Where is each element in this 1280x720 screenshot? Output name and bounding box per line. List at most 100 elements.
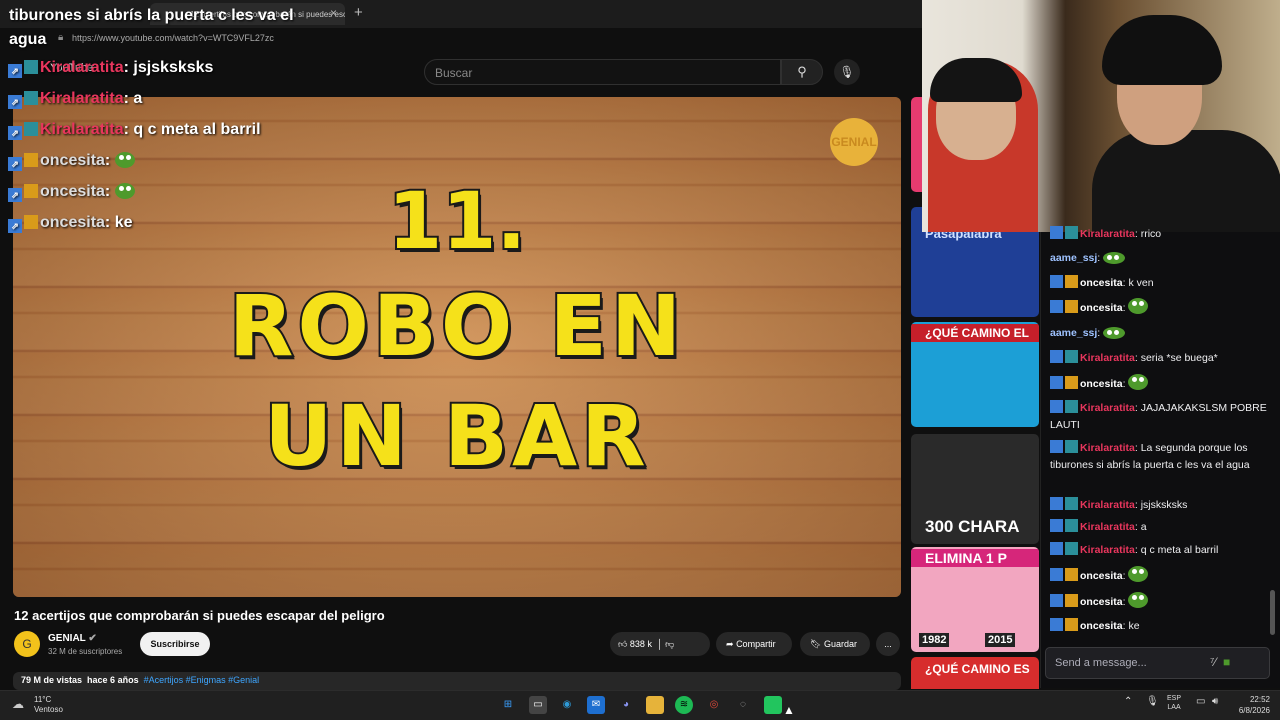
badge-icon [1065,350,1078,363]
chat-username[interactable]: Kiralaratita [1080,544,1135,556]
weather-widget[interactable]: 11°C Ventoso [34,695,63,715]
chat-username[interactable]: aame_ssj [1050,327,1097,339]
badge-icon [1050,350,1063,363]
chat-username[interactable]: oncesita [1080,596,1123,608]
description-box[interactable]: 79 M de vistas hace 6 años #Acertijos #E… [13,672,901,690]
volume-icon[interactable]: 🔊︎ [1212,697,1218,707]
overlay-chat-line: ⇗ Kiralaratita: a [8,90,142,109]
search-input[interactable]: Buscar [424,59,781,85]
chat-username[interactable]: aame_ssj [1050,252,1097,264]
chat-message: oncesita: [1050,374,1270,393]
discord-icon[interactable]: ◕ [617,696,635,714]
overlay-chat-user: oncesita [40,214,105,231]
language-indicator[interactable]: ESP LAA [1167,694,1181,712]
translate-icon[interactable]: ⁷⁄ [1210,655,1216,669]
network-icon[interactable]: ▭ [1196,697,1205,707]
recommendation-label: ELIMINA 1 P [911,549,1039,567]
chat-message: oncesita: [1050,298,1270,317]
chat-text: jsjsksksks [1140,499,1188,511]
weather-icon: ☁ [12,697,24,711]
chat-message: Kiralaratita: jsjsksksks [1050,497,1270,514]
recommendation-thumbnail[interactable]: ELIMINA 1 P 1982 2015 [911,547,1039,652]
recommendation-thumbnail[interactable]: ¿QUÉ CAMINO ES [911,657,1039,689]
recommendation-thumbnail[interactable]: ¿QUÉ CAMINO EL [911,322,1039,427]
chrome-icon[interactable]: ◎ [705,696,723,714]
chat-input[interactable]: Send a message... [1045,647,1270,679]
close-tab-icon[interactable]: × [330,6,337,20]
badge-icon: ⇗ [8,219,22,233]
channel-avatar[interactable]: G [14,631,40,657]
chat-message: oncesita: ke [1050,618,1270,635]
chat-username[interactable]: Kiralaratita [1080,499,1135,511]
badge-icon: ⇗ [8,64,22,78]
chat-message: Kiralaratita: rrico [1050,226,1270,243]
kick-icon[interactable] [764,696,782,714]
chat-username[interactable]: oncesita [1080,277,1123,289]
chat-username[interactable]: oncesita [1080,302,1123,314]
overlay-chat-line: ⇗ oncesita: [8,183,135,202]
recommendation-label: 300 CHARA [925,517,1020,536]
mail-icon[interactable]: ✉ [587,696,605,714]
save-button[interactable]: 🔖︎ Guardar [800,632,870,656]
search-icon[interactable]: ⚲ [781,59,823,85]
thumbs-down-icon[interactable]: 👎︎ [665,639,674,649]
chat-username[interactable]: Kiralaratita [1080,352,1135,364]
chat-username[interactable]: Kiralaratita [1080,228,1135,240]
chat-scrollbar[interactable] [1270,590,1275,635]
chat-username[interactable]: oncesita [1080,378,1123,390]
badge-icon [1050,440,1063,453]
badge-icon [1065,440,1078,453]
crown-icon [1065,594,1078,607]
crown-icon [1065,568,1078,581]
channel-name[interactable]: GENIAL ✔ [48,633,97,644]
chat-message: Kiralaratita: a [1050,519,1270,536]
chat-message: oncesita: [1050,566,1270,585]
overlay-chat-text: : ke [104,214,133,231]
badge-icon [1050,519,1063,532]
keyboard-layout: LAA [1167,704,1181,711]
overlay-chat-user: oncesita [40,152,105,169]
chat-username[interactable]: Kiralaratita [1080,402,1135,414]
system-clock[interactable]: 22:52 6/8/2026 [1228,694,1270,716]
mic-tray-icon[interactable]: 🎙︎ [1146,697,1159,707]
crown-icon [24,184,38,198]
overlay-chat-user: Kiralaratita [40,59,124,76]
overlay-chat-line: ⇗ oncesita: ke [8,214,133,233]
new-tab-icon[interactable]: + [354,4,363,21]
chat-username[interactable]: oncesita [1080,570,1123,582]
spotify-icon[interactable]: ≋ [675,696,693,714]
like-button[interactable]: 👍︎ 838 k │ 👎︎ [610,632,710,656]
view-count: 79 M de vistas [21,675,83,685]
chat-message: Kiralaratita: q c meta al barril [1050,542,1270,559]
chat-username[interactable]: oncesita [1080,620,1123,632]
start-icon[interactable]: ⊞ [499,696,517,714]
folder-icon[interactable] [646,696,664,714]
badge-icon: ⇗ [8,126,22,140]
year-label: 1982 [919,633,950,647]
obs-icon[interactable]: ◌ [734,696,752,714]
overlay-chat-user: oncesita [40,183,105,200]
stream-title: tiburones si abrís la puerta c les va el… [9,7,294,48]
tray-chevron-icon[interactable]: ⌃ [1124,697,1132,707]
hashtags[interactable]: #Acertijos #Enigmas #Genial [144,675,260,685]
microphone-icon[interactable]: 🎙︎ [834,59,860,85]
emote-icon[interactable]: ■ [1223,655,1230,669]
badge-icon [1065,519,1078,532]
share-button[interactable]: ➦ Compartir [716,632,792,656]
recommendation-thumbnail[interactable]: 300 CHARA [911,434,1039,544]
chat-message: Kiralaratita: JAJAJAKAKSLSM POBRE LAUTI [1050,400,1267,431]
badge-icon [1050,594,1063,607]
badge-icon [1050,400,1063,413]
more-options-button[interactable]: ... [876,632,900,656]
weather-condition: Ventoso [34,705,63,714]
chat-username[interactable]: Kiralaratita [1080,442,1135,454]
edge-icon[interactable]: ◉ [558,696,576,714]
video-player[interactable]: 11. ROBO EN UN BAR [13,97,901,597]
task-view-icon[interactable]: ▭ [529,696,547,714]
subscribe-button[interactable]: Suscribirse [140,632,210,656]
chat-username[interactable]: Kiralaratita [1080,521,1135,533]
overlay-chat-line: ⇗ Kiralaratita: q c meta al barril [8,121,261,140]
frog-emote-icon [1128,566,1149,582]
chat-message: aame_ssj: [1050,325,1270,342]
badge-icon [1050,618,1063,631]
